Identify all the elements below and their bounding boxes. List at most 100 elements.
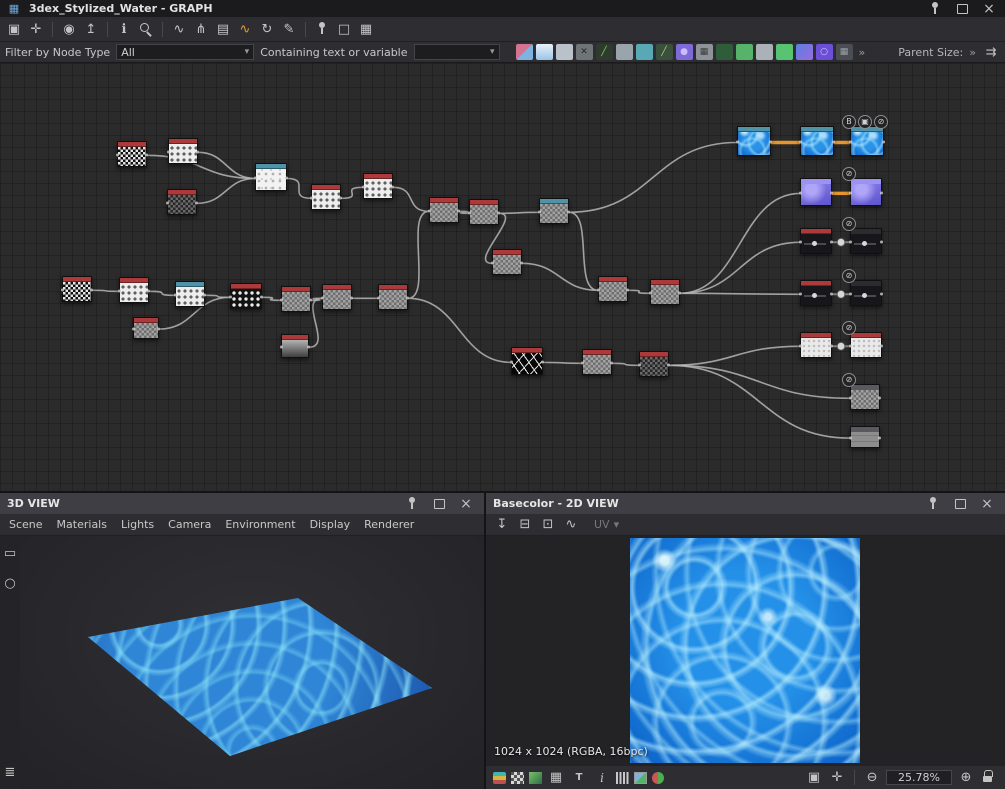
close-icon[interactable]: × <box>978 495 996 513</box>
scene-tree-icon[interactable]: ≣ <box>1 763 19 781</box>
maximize-icon[interactable] <box>951 495 969 513</box>
graph-node-n22[interactable] <box>511 347 543 375</box>
graph-node-n29[interactable] <box>850 178 882 206</box>
pin-icon[interactable] <box>926 0 944 18</box>
graph-node-n35[interactable] <box>850 332 882 358</box>
graph-node-n19[interactable] <box>492 249 522 275</box>
graph-canvas[interactable]: B▣⊘⊘⊘⊘⊘⊘ <box>0 63 1005 493</box>
link-output-icon[interactable]: ∿ <box>562 516 580 534</box>
menu-lights[interactable]: Lights <box>121 518 154 531</box>
parent-size-chevron[interactable]: » <box>969 46 976 59</box>
pattern-grid-filter-icon[interactable]: ▦ <box>836 44 853 60</box>
graph-node-n24[interactable] <box>639 351 669 377</box>
zoom-level[interactable]: 25.78% <box>886 770 952 785</box>
view2d-canvas[interactable]: 1024 x 1024 (RGBA, 16bpc) <box>486 536 1005 766</box>
tiling-icon[interactable]: T <box>570 769 588 787</box>
graph-node-n16[interactable] <box>378 284 408 310</box>
background-checker-icon[interactable] <box>511 772 524 784</box>
gradient-filter-icon[interactable] <box>776 44 793 60</box>
light-icon[interactable]: ○ <box>1 574 19 592</box>
graph-node-n8[interactable] <box>469 199 499 225</box>
colorspace-icon[interactable] <box>652 772 664 784</box>
split-link-icon[interactable]: ⋔ <box>192 20 210 38</box>
duplicate-icon[interactable]: ⊡ <box>539 516 557 534</box>
graph-node-n3[interactable] <box>255 163 287 191</box>
graph-node-n12[interactable] <box>175 281 205 307</box>
graph-node-n18[interactable] <box>281 334 309 358</box>
node-output-badge[interactable]: ⊘ <box>842 321 856 335</box>
export-image-icon[interactable]: ↧ <box>493 516 511 534</box>
fit-view-icon[interactable]: ▣ <box>805 769 823 787</box>
screenshot-icon[interactable]: ◉ <box>60 20 78 38</box>
active-link-icon[interactable]: ∿ <box>236 20 254 38</box>
graph-node-n6[interactable] <box>363 173 393 199</box>
grid-snap-icon[interactable]: ▦ <box>357 20 375 38</box>
graph-node-n4[interactable] <box>167 189 197 215</box>
node-output-badge[interactable]: ⊘ <box>842 217 856 231</box>
lock-zoom-icon[interactable] <box>980 769 998 787</box>
graph-node-n9[interactable] <box>539 198 569 224</box>
node-output-badge[interactable]: ⊘ <box>842 269 856 283</box>
frame-all-icon[interactable]: □ <box>335 20 353 38</box>
pin-icon[interactable] <box>403 495 421 513</box>
shuffle-filter-icon[interactable]: ✕ <box>576 44 593 60</box>
graph-node-n28[interactable] <box>800 178 832 206</box>
histogram-icon[interactable] <box>616 772 629 784</box>
save-image-icon[interactable]: ⊟ <box>516 516 534 534</box>
scratches-filter-icon[interactable] <box>736 44 753 60</box>
graph-node-n30[interactable] <box>800 228 832 254</box>
node-type-dropdown[interactable]: All ▾ <box>116 44 254 60</box>
zoom-in-icon[interactable]: ⊕ <box>957 769 975 787</box>
graph-node-n23[interactable] <box>582 349 612 375</box>
normal-map-filter-icon[interactable] <box>636 44 653 60</box>
graph-node-n1[interactable] <box>117 141 147 167</box>
export-icon[interactable]: ↥ <box>82 20 100 38</box>
menu-camera[interactable]: Camera <box>168 518 211 531</box>
pan-2d-icon[interactable]: ✛ <box>828 769 846 787</box>
shape-filter-icon[interactable]: ● <box>676 44 693 60</box>
close-icon[interactable]: × <box>980 0 998 18</box>
close-icon[interactable]: × <box>457 495 475 513</box>
bitmap-filter-icon[interactable] <box>516 44 533 60</box>
loop-icon[interactable]: ↻ <box>258 20 276 38</box>
graph-node-n13[interactable] <box>230 283 262 309</box>
align-panels-icon[interactable]: ▤ <box>214 20 232 38</box>
channels-icon[interactable] <box>493 772 506 784</box>
graph-node-n7[interactable] <box>429 197 459 223</box>
graph-node-n20[interactable] <box>598 276 628 302</box>
graph-node-n14[interactable] <box>281 286 311 312</box>
graph-node-n5[interactable] <box>311 184 341 210</box>
marquee-select-icon[interactable]: ▣ <box>5 20 23 38</box>
circle-shape-filter-icon[interactable]: ○ <box>816 44 833 60</box>
node-output-badge[interactable]: ⊘ <box>842 373 856 387</box>
graph-node-n11[interactable] <box>119 277 149 303</box>
pin-icon[interactable] <box>924 495 942 513</box>
graph-node-n26[interactable] <box>800 126 834 156</box>
graph-node-n32[interactable] <box>800 280 832 306</box>
graph-node-n17[interactable] <box>133 317 159 339</box>
graph-node-n27[interactable] <box>850 126 884 156</box>
curve-filter-icon[interactable]: ╱ <box>596 44 613 60</box>
graph-node-n31[interactable] <box>850 228 882 254</box>
graph-node-n36[interactable] <box>850 384 880 410</box>
display-settings-icon[interactable]: ▭ <box>1 544 19 562</box>
graph-node-n34[interactable] <box>800 332 832 358</box>
graph-node-n37[interactable] <box>850 426 880 448</box>
info-icon[interactable]: ℹ <box>115 20 133 38</box>
node-output-badge[interactable]: ⊘ <box>874 115 888 129</box>
menu-materials[interactable]: Materials <box>57 518 107 531</box>
zoom-out-icon[interactable]: ⊖ <box>863 769 881 787</box>
menu-environment[interactable]: Environment <box>225 518 295 531</box>
vector-filter-icon[interactable] <box>536 44 553 60</box>
maximize-icon[interactable] <box>953 0 971 18</box>
node-output-badge[interactable]: ⊘ <box>842 167 856 181</box>
uniform-color-filter-icon[interactable] <box>796 44 813 60</box>
grid-icon[interactable]: ▦ <box>547 769 565 787</box>
menu-scene[interactable]: Scene <box>9 518 43 531</box>
filter-overflow-chevron[interactable]: » <box>859 46 866 59</box>
preview-image-icon[interactable] <box>634 772 647 784</box>
menu-renderer[interactable]: Renderer <box>364 518 414 531</box>
search-icon[interactable] <box>137 20 155 38</box>
graph-node-n10[interactable] <box>62 276 92 302</box>
graph-node-n33[interactable] <box>850 280 882 306</box>
